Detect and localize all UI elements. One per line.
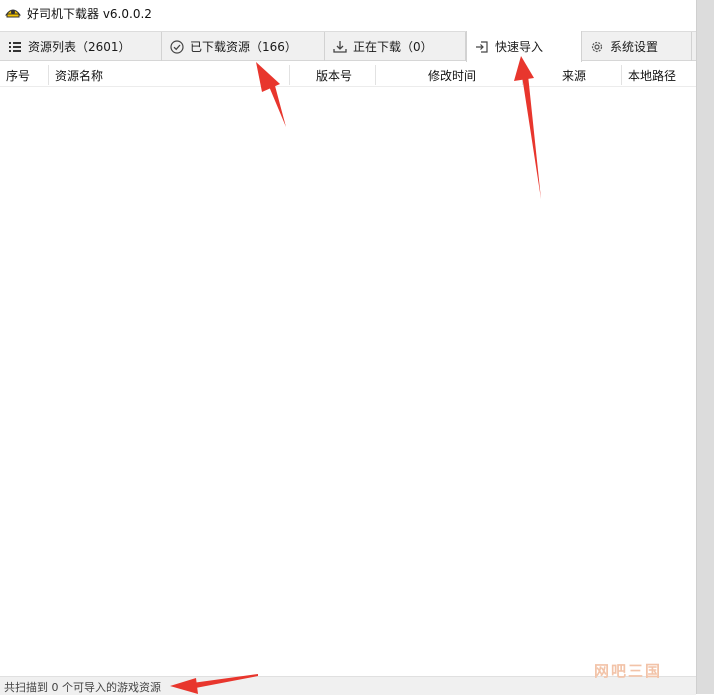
- app-logo-icon: [5, 9, 21, 18]
- column-separator[interactable]: [375, 65, 376, 85]
- download-icon: [333, 40, 347, 53]
- column-separator[interactable]: [522, 65, 523, 85]
- tab-label: 快速导入: [495, 40, 544, 54]
- gear-icon: [591, 41, 603, 52]
- import-icon: [476, 40, 488, 53]
- watermark-text: 网吧三国: [594, 662, 663, 680]
- vertical-scrollbar[interactable]: [696, 0, 714, 694]
- tab-label: 资源列表（2601）: [28, 40, 131, 54]
- tab-bar: 资源列表（2601） 已下载资源（166） 正在下载（0） 快速导入 系统设置: [0, 31, 696, 62]
- window-title: 好司机下载器 v6.0.0.2: [27, 7, 152, 21]
- list-icon: [9, 41, 21, 52]
- tab-label: 系统设置: [610, 40, 659, 54]
- column-header-source[interactable]: 来源: [562, 67, 586, 84]
- status-bar: 共扫描到 0 个可导入的游戏资源: [0, 676, 696, 695]
- tab-downloading[interactable]: 正在下载（0）: [325, 32, 466, 61]
- column-header-modified-time[interactable]: 修改时间: [428, 67, 476, 84]
- column-separator[interactable]: [289, 65, 290, 85]
- title-bar: 好司机下载器 v6.0.0.2: [0, 0, 696, 28]
- column-header-name[interactable]: 资源名称: [55, 67, 103, 84]
- tab-downloaded[interactable]: 已下载资源（166）: [162, 32, 325, 61]
- resource-table-body[interactable]: [0, 87, 696, 672]
- column-separator[interactable]: [48, 65, 49, 85]
- tab-quick-import[interactable]: 快速导入: [466, 31, 582, 62]
- tab-resource-list[interactable]: 资源列表（2601）: [0, 32, 162, 61]
- status-text: 共扫描到 0 个可导入的游戏资源: [4, 681, 161, 694]
- tab-label: 已下载资源（166）: [190, 40, 297, 54]
- column-header-version[interactable]: 版本号: [316, 67, 352, 84]
- tab-system-settings[interactable]: 系统设置: [582, 32, 692, 61]
- column-separator[interactable]: [621, 65, 622, 85]
- column-header-index[interactable]: 序号: [6, 67, 30, 84]
- column-header-local-path[interactable]: 本地路径: [628, 67, 676, 84]
- app-window: 好司机下载器 v6.0.0.2 资源列表（2601） 已下载资源（166） 正在…: [0, 0, 696, 695]
- check-circle-icon: [170, 39, 184, 54]
- table-header: 序号 资源名称 版本号 修改时间 来源 本地路径: [0, 62, 696, 87]
- tab-label: 正在下载（0）: [353, 40, 433, 54]
